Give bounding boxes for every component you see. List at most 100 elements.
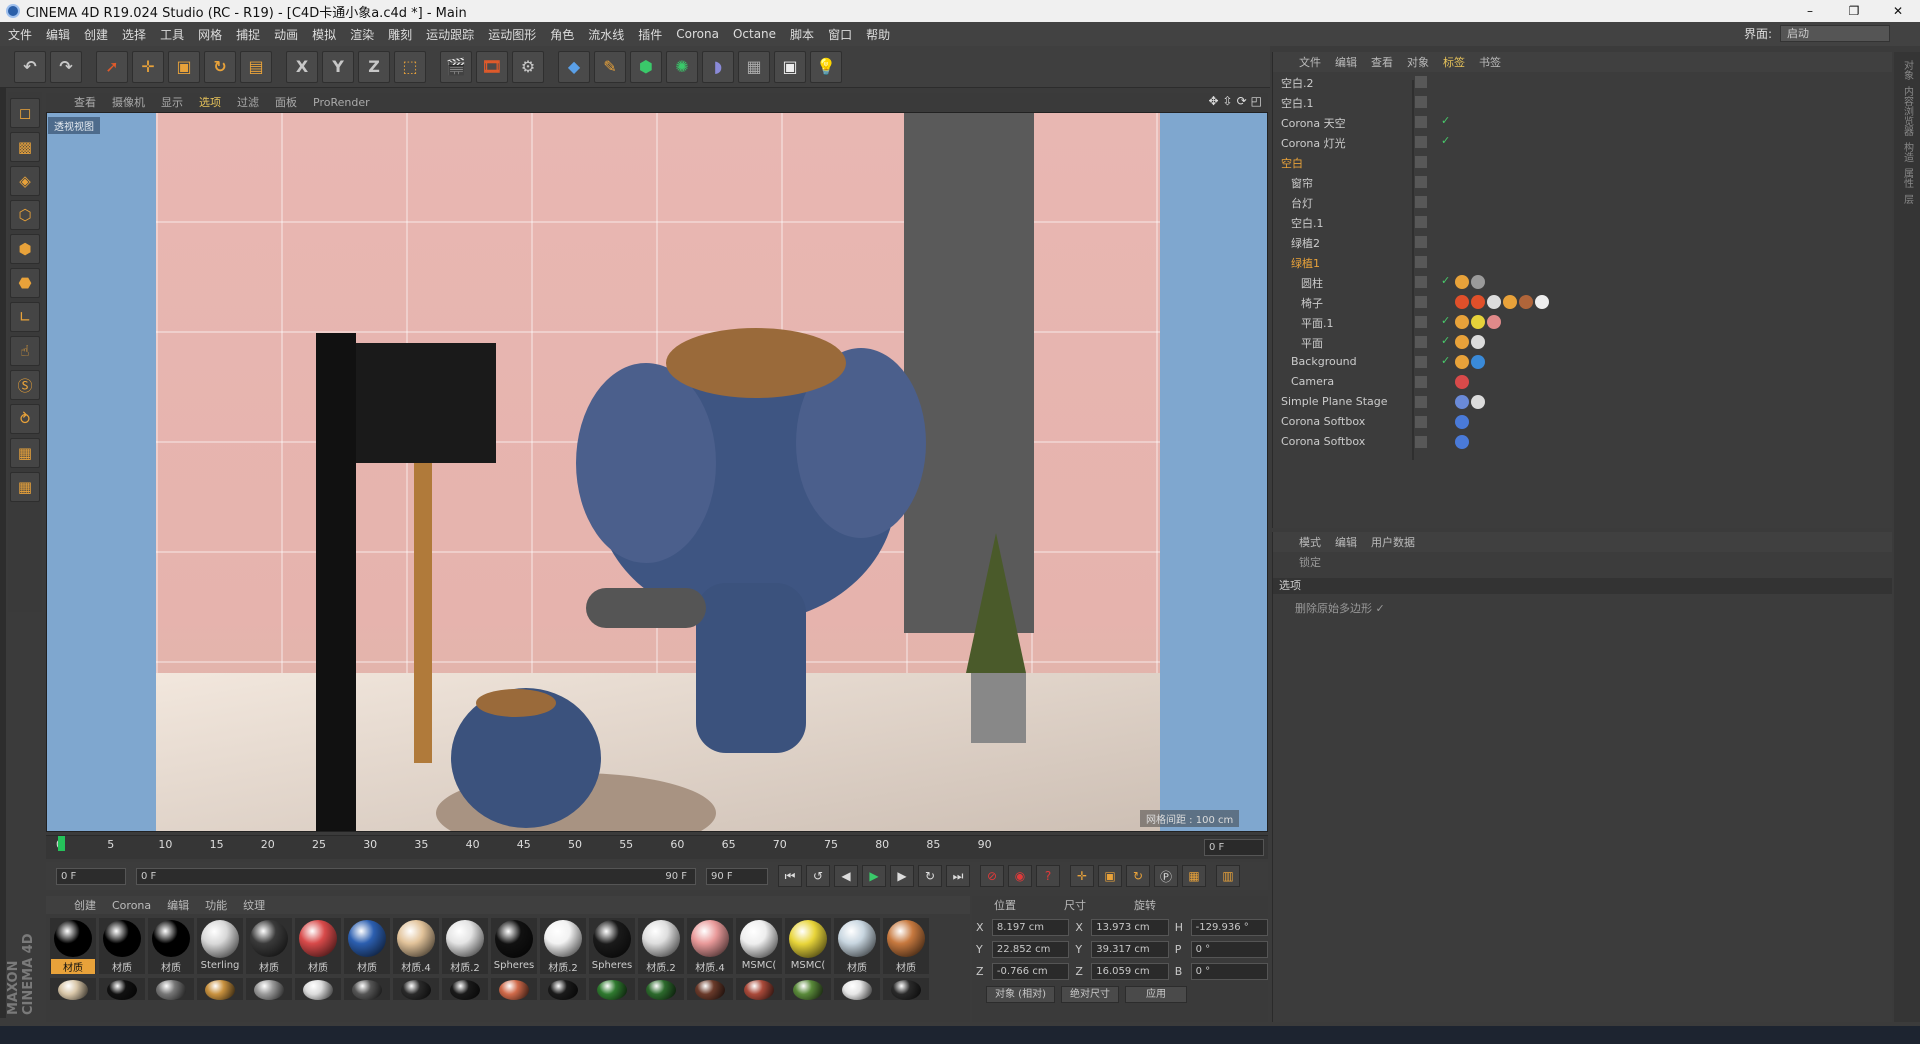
viewport-menu-item[interactable]: 查看 [74, 94, 96, 110]
object-row[interactable]: Corona 灯光 ✓ [1273, 132, 1892, 152]
goto-start-icon[interactable]: ⏮ [778, 865, 802, 887]
start-frame-field[interactable]: 0 F [56, 867, 126, 885]
material-swatch[interactable] [736, 978, 782, 1000]
object-name[interactable]: Corona Softbox [1281, 435, 1365, 448]
menu-item[interactable]: 运动图形 [488, 26, 536, 43]
object-row[interactable]: 绿植2 [1273, 232, 1892, 252]
material-swatch[interactable]: Spheres [491, 918, 537, 974]
visibility-toggle[interactable] [1415, 396, 1427, 408]
material-swatch[interactable] [491, 978, 537, 1000]
object-name[interactable]: 空白 [1281, 155, 1303, 171]
material-swatch[interactable]: 材质.4 [687, 918, 733, 974]
material-menu-item[interactable]: Corona [112, 899, 151, 912]
maximize-view-icon[interactable]: ◰ [1251, 94, 1262, 108]
menu-item[interactable]: 捕捉 [236, 26, 260, 43]
object-row[interactable]: Corona Softbox [1273, 432, 1892, 452]
timeline-playhead[interactable] [58, 836, 65, 851]
key-position-icon[interactable]: ✛ [1070, 865, 1094, 887]
viewport-menu-item[interactable]: 显示 [161, 94, 183, 110]
grid-lock-icon[interactable]: ▦ [10, 438, 40, 468]
object-row[interactable]: 空白.2 [1273, 72, 1892, 92]
visibility-toggle[interactable] [1415, 416, 1427, 428]
object-name[interactable]: 平面.1 [1301, 315, 1334, 331]
scale-icon[interactable]: ▣ [168, 50, 200, 83]
position-field[interactable]: 22.852 cm [991, 941, 1070, 958]
cube-icon[interactable]: ◆ [558, 50, 590, 83]
viewport-menu-item[interactable]: ProRender [313, 96, 370, 109]
rotation-field[interactable]: -129.936 ° [1190, 919, 1269, 936]
move-icon[interactable]: ✛ [132, 50, 164, 83]
x-axis-icon[interactable]: X [286, 50, 318, 83]
undo-icon[interactable]: ↶ [14, 50, 46, 83]
tag-icon[interactable] [1455, 275, 1469, 289]
object-name[interactable]: 台灯 [1291, 195, 1313, 211]
attribute-menu-item[interactable]: 模式 [1299, 534, 1321, 550]
pen-icon[interactable]: ✎ [594, 50, 626, 83]
object-menu-item[interactable]: 查看 [1371, 54, 1393, 70]
enabled-check-icon[interactable]: ✓ [1441, 354, 1450, 367]
material-swatch[interactable]: Sterling [197, 918, 243, 974]
coord-mode-dropdown[interactable]: 对象 (相对) [986, 986, 1055, 1003]
visibility-toggle[interactable] [1415, 256, 1427, 268]
frame-range-slider[interactable]: 0 F 90 F [136, 867, 696, 885]
rotation-field[interactable]: 0 ° [1190, 941, 1269, 958]
viewport-menu-item[interactable]: 选项 [199, 94, 221, 110]
material-swatch[interactable]: 材质 [295, 918, 341, 974]
object-row[interactable]: 空白 [1273, 152, 1892, 172]
object-row[interactable]: 圆柱 ✓ [1273, 272, 1892, 292]
tag-icon[interactable] [1455, 355, 1469, 369]
size-field[interactable]: 39.317 cm [1091, 941, 1169, 958]
edges-mode-icon[interactable]: ⬢ [10, 234, 40, 264]
enabled-check-icon[interactable]: ✓ [1441, 114, 1450, 127]
current-frame-field[interactable]: 0 F [1204, 839, 1264, 856]
right-tab[interactable]: 属性 [1900, 168, 1915, 188]
next-key-icon[interactable]: ↻ [918, 865, 942, 887]
key-param-icon[interactable]: Ⓟ [1154, 865, 1178, 887]
menu-item[interactable]: 文件 [8, 26, 32, 43]
camera-icon[interactable]: ▣ [774, 50, 806, 83]
visibility-toggle[interactable] [1415, 436, 1427, 448]
layout-dropdown[interactable]: 启动 [1780, 25, 1890, 42]
recent-icon[interactable]: ▤ [240, 50, 272, 83]
material-menu-item[interactable]: 功能 [205, 897, 227, 913]
object-menu-item[interactable]: 编辑 [1335, 54, 1357, 70]
material-swatch[interactable]: 材质 [834, 918, 880, 974]
menu-item[interactable]: 雕刻 [388, 26, 412, 43]
material-swatch[interactable]: 材质 [246, 918, 292, 974]
tag-icon[interactable] [1455, 335, 1469, 349]
snap-icon[interactable]: Ⓢ [10, 370, 40, 400]
z-axis-icon[interactable]: Z [358, 50, 390, 83]
attribute-menu-item[interactable]: 用户数据 [1371, 534, 1415, 550]
tag-icon[interactable] [1535, 295, 1549, 309]
object-menu-item[interactable]: 标签 [1443, 54, 1465, 70]
object-row[interactable]: Simple Plane Stage [1273, 392, 1892, 412]
axis-mode-icon[interactable]: ∟ [10, 302, 40, 332]
object-name[interactable]: Background [1291, 355, 1357, 368]
next-frame-icon[interactable]: ▶ [890, 865, 914, 887]
menu-item[interactable]: 运动跟踪 [426, 26, 474, 43]
rotate-icon[interactable]: ↻ [204, 50, 236, 83]
visibility-toggle[interactable] [1415, 96, 1427, 108]
tag-icon[interactable] [1455, 315, 1469, 329]
deformer-icon[interactable]: ◗ [702, 50, 734, 83]
visibility-toggle[interactable] [1415, 296, 1427, 308]
material-swatch[interactable] [638, 978, 684, 1000]
prev-key-icon[interactable]: ↺ [806, 865, 830, 887]
viewport-menu-item[interactable]: 摄像机 [112, 94, 145, 110]
timeline-window-icon[interactable]: ▥ [1216, 865, 1240, 887]
object-name[interactable]: 圆柱 [1301, 275, 1323, 291]
menu-item[interactable]: 编辑 [46, 26, 70, 43]
material-swatch[interactable]: 材质 [50, 918, 96, 974]
cloner-icon[interactable]: ✺ [666, 50, 698, 83]
object-row[interactable]: 平面 ✓ [1273, 332, 1892, 352]
object-row[interactable]: 椅子 [1273, 292, 1892, 312]
material-menu-item[interactable]: 创建 [74, 897, 96, 913]
restore-button[interactable]: ❐ [1832, 0, 1876, 22]
redo-icon[interactable]: ↷ [50, 50, 82, 83]
material-swatch[interactable]: 材质 [344, 918, 390, 974]
menu-item[interactable]: 流水线 [588, 26, 624, 43]
tag-icon[interactable] [1471, 315, 1485, 329]
key-pla-icon[interactable]: ▦ [1182, 865, 1206, 887]
material-swatch[interactable]: MSMC( [736, 918, 782, 974]
enabled-check-icon[interactable]: ✓ [1441, 274, 1450, 287]
